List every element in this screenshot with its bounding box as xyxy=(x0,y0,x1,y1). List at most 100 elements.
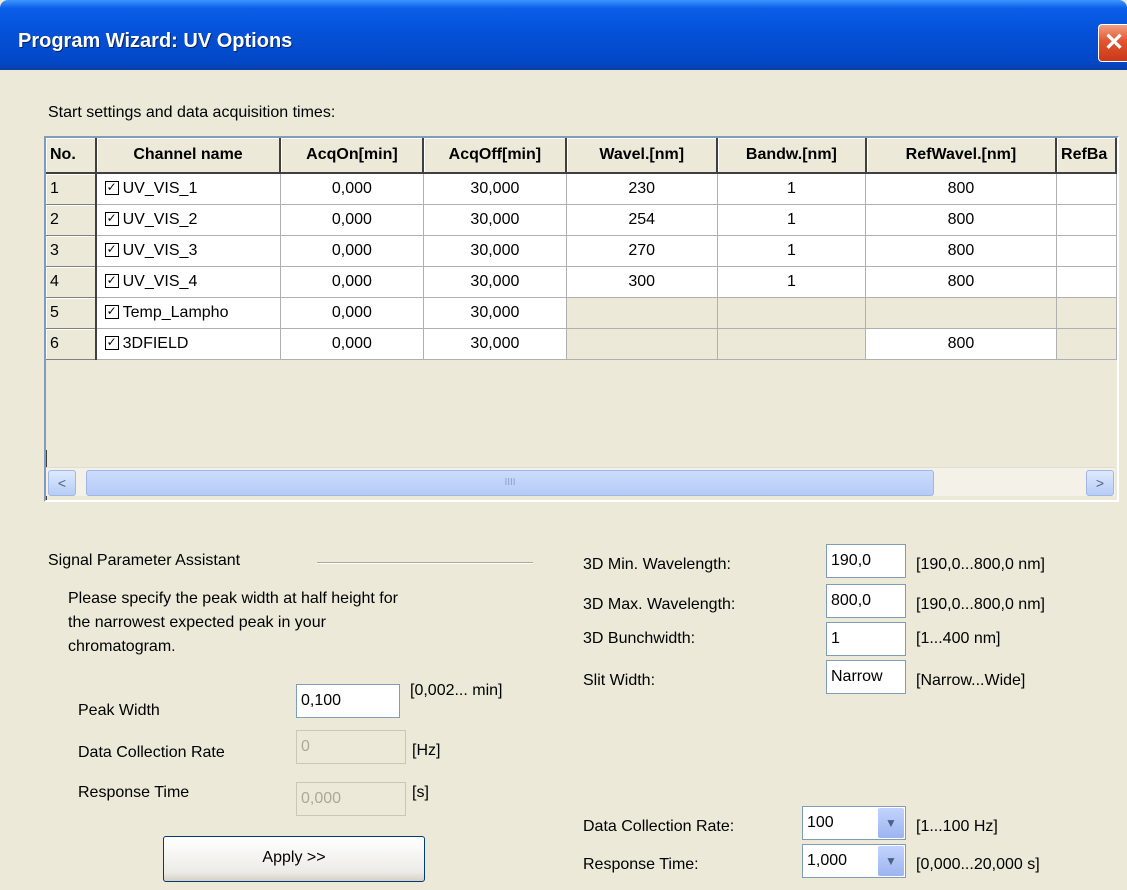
column-header[interactable]: RefBa xyxy=(1056,138,1117,174)
cell-wavel[interactable]: 254 xyxy=(566,204,718,236)
table-row[interactable]: 4 ✓ UV_VIS_4 0,000 30,000 300 1 800 xyxy=(46,266,1117,298)
cell-refwavel[interactable]: 800 xyxy=(865,173,1057,205)
cell-refwavel[interactable]: 800 xyxy=(865,235,1057,267)
cell-on[interactable]: 0,000 xyxy=(280,235,424,267)
cell-refbandw[interactable] xyxy=(1056,173,1117,205)
slit-width-input[interactable]: Narrow xyxy=(826,660,906,694)
row-number: 3 xyxy=(46,235,97,267)
cell-on[interactable]: 0,000 xyxy=(280,266,424,298)
column-header[interactable]: No. xyxy=(46,138,97,174)
column-header[interactable]: RefWavel.[nm] xyxy=(865,138,1058,174)
channel-name-cell[interactable]: ✓ 3DFIELD xyxy=(95,328,281,360)
empty-row xyxy=(46,420,1116,450)
dropdown-arrow-icon[interactable]: ▼ xyxy=(878,808,904,838)
cell-off[interactable]: 30,000 xyxy=(423,235,567,267)
cell-refwavel[interactable]: 800 xyxy=(865,204,1057,236)
horizontal-scrollbar[interactable]: < IIII > xyxy=(46,467,1115,496)
column-header[interactable]: Bandw.[nm] xyxy=(717,138,867,174)
scroll-left-icon[interactable]: < xyxy=(48,470,76,496)
cell-off[interactable]: 30,000 xyxy=(423,328,567,360)
data-collection-rate-input: 0 xyxy=(296,730,406,764)
row-number: 4 xyxy=(46,266,97,298)
cell-on[interactable]: 0,000 xyxy=(280,204,424,236)
channel-name: UV_VIS_2 xyxy=(122,211,198,228)
dropdown-arrow-icon[interactable]: ▼ xyxy=(878,846,904,876)
table-row[interactable]: 2 ✓ UV_VIS_2 0,000 30,000 254 1 800 xyxy=(46,204,1117,236)
checkbox-checked-icon[interactable]: ✓ xyxy=(104,211,119,226)
cell-on[interactable]: 0,000 xyxy=(280,297,424,329)
table-row[interactable]: 6 ✓ 3DFIELD 0,000 30,000 800 xyxy=(46,328,1117,360)
cell-bandw[interactable]: 1 xyxy=(717,266,867,298)
row-number: 1 xyxy=(46,173,97,205)
channel-name-cell[interactable]: ✓ UV_VIS_4 xyxy=(95,266,281,298)
cell-wavel[interactable] xyxy=(566,328,718,360)
checkbox-checked-icon[interactable]: ✓ xyxy=(104,335,119,350)
cell-wavel[interactable]: 230 xyxy=(566,173,718,205)
cell-wavel[interactable] xyxy=(566,297,718,329)
cell-on[interactable]: 0,000 xyxy=(280,173,424,205)
channel-name-cell[interactable]: ✓ UV_VIS_3 xyxy=(95,235,281,267)
cell-off[interactable]: 30,000 xyxy=(423,266,567,298)
cell-bandw[interactable] xyxy=(717,297,867,329)
acq-response-time-label: Response Time: xyxy=(583,856,699,873)
table-row[interactable]: 3 ✓ UV_VIS_3 0,000 30,000 270 1 800 xyxy=(46,235,1117,267)
window-title: Program Wizard: UV Options xyxy=(18,30,293,52)
scrollbar-thumb[interactable]: IIII xyxy=(86,470,934,496)
peak-width-range: [0,002... min] xyxy=(410,682,503,699)
slit-width-label: Slit Width: xyxy=(583,672,656,689)
3d-min-wavelength-input[interactable]: 190,0 xyxy=(826,544,906,578)
row-number: 5 xyxy=(46,297,97,329)
channel-name-cell[interactable]: ✓ UV_VIS_2 xyxy=(95,204,281,236)
channel-grid: No. Channel name AcqOn[min] AcqOff[min] Wave… xyxy=(46,138,1117,450)
column-header[interactable]: AcqOn[min] xyxy=(280,138,425,174)
scroll-right-icon[interactable]: > xyxy=(1086,470,1114,496)
table-row[interactable]: 5 ✓ Temp_Lampho 0,000 30,000 xyxy=(46,297,1117,329)
apply-button[interactable]: Apply >> xyxy=(163,836,425,882)
3d-bunchwidth-input[interactable]: 1 xyxy=(826,622,906,656)
cell-bandw[interactable] xyxy=(717,328,867,360)
cell-on[interactable]: 0,000 xyxy=(280,328,424,360)
cell-refbandw[interactable] xyxy=(1056,235,1117,267)
cell-refwavel[interactable] xyxy=(865,297,1057,329)
channel-table[interactable]: No. Channel name AcqOn[min] AcqOff[min] Wave… xyxy=(44,136,1119,502)
cell-refbandw[interactable] xyxy=(1056,297,1117,329)
checkbox-checked-icon[interactable]: ✓ xyxy=(104,304,119,319)
cell-refbandw[interactable] xyxy=(1056,266,1117,298)
cell-off[interactable]: 30,000 xyxy=(423,173,567,205)
cell-refbandw[interactable] xyxy=(1056,204,1117,236)
column-header[interactable]: Channel name xyxy=(95,138,282,174)
3d-max-wavelength-input[interactable]: 800,0 xyxy=(826,584,906,618)
group-divider xyxy=(317,562,533,564)
3d-bunchwidth-label: 3D Bunchwidth: xyxy=(583,630,696,647)
close-button[interactable]: ✕ xyxy=(1098,24,1127,62)
cell-wavel[interactable]: 270 xyxy=(566,235,718,267)
channel-name-cell[interactable]: ✓ Temp_Lampho xyxy=(95,297,281,329)
cell-refwavel[interactable]: 800 xyxy=(865,266,1057,298)
channel-name: UV_VIS_3 xyxy=(122,242,198,259)
cell-wavel[interactable]: 300 xyxy=(566,266,718,298)
column-header[interactable]: AcqOff[min] xyxy=(423,138,568,174)
channel-name-cell[interactable]: ✓ UV_VIS_1 xyxy=(95,173,281,205)
channel-name: Temp_Lampho xyxy=(122,304,229,321)
cell-off[interactable]: 30,000 xyxy=(423,204,567,236)
3d-max-wavelength-label: 3D Max. Wavelength: xyxy=(583,596,736,613)
peak-width-label: Peak Width xyxy=(78,702,160,719)
acq-data-collection-rate-label: Data Collection Rate: xyxy=(583,818,735,835)
cell-bandw[interactable]: 1 xyxy=(717,204,867,236)
table-row[interactable]: 1 ✓ UV_VIS_1 0,000 30,000 230 1 800 xyxy=(46,173,1117,205)
cell-bandw[interactable]: 1 xyxy=(717,235,867,267)
acq-response-time-select[interactable]: 1,000 ▼ xyxy=(802,844,906,878)
acq-data-collection-rate-select[interactable]: 100 ▼ xyxy=(802,806,906,840)
3d-min-wavelength-label: 3D Min. Wavelength: xyxy=(583,556,731,573)
cell-off[interactable]: 30,000 xyxy=(423,297,567,329)
checkbox-checked-icon[interactable]: ✓ xyxy=(104,273,119,288)
cell-refbandw[interactable] xyxy=(1056,328,1117,360)
cell-refwavel[interactable]: 800 xyxy=(865,328,1057,360)
column-header[interactable]: Wavel.[nm] xyxy=(566,138,718,174)
checkbox-checked-icon[interactable]: ✓ xyxy=(104,180,119,195)
peak-width-input[interactable]: 0,100 xyxy=(296,684,400,718)
cell-bandw[interactable]: 1 xyxy=(717,173,867,205)
checkbox-checked-icon[interactable]: ✓ xyxy=(104,242,119,257)
title-bar: Program Wizard: UV Options ✕ xyxy=(0,0,1127,70)
response-time-input: 0,000 xyxy=(296,782,406,816)
